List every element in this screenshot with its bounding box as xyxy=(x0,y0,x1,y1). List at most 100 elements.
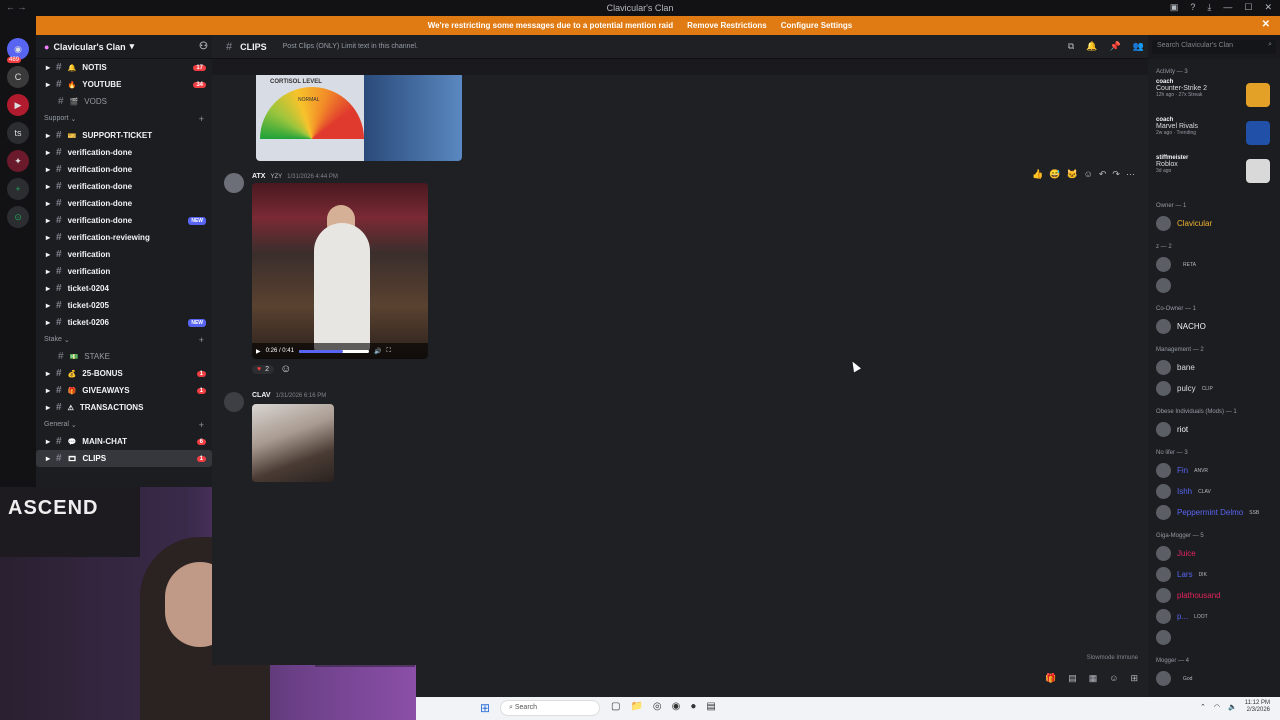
channel-verification[interactable]: ▸ # verification xyxy=(36,246,212,263)
activity-card[interactable]: coach Marvel Rivals 2w ago · Trending xyxy=(1148,117,1280,155)
member-row[interactable] xyxy=(1148,627,1280,648)
member-row[interactable] xyxy=(1148,275,1280,296)
category-support[interactable]: Support ⌄ + xyxy=(36,110,212,127)
server-icon[interactable]: ts xyxy=(7,122,29,144)
channel-verification-done[interactable]: ▸ # verification-done NEW xyxy=(36,212,212,229)
image-attachment[interactable] xyxy=(252,404,334,482)
member-row[interactable]: Juice xyxy=(1148,543,1280,564)
author-name[interactable]: CLAV xyxy=(252,392,271,399)
channel-verification-done[interactable]: ▸ # verification-done xyxy=(36,161,212,178)
channel-verification-done[interactable]: ▸ # verification-done xyxy=(36,178,212,195)
nav-arrows-icon[interactable]: ← → xyxy=(6,2,27,12)
member-row[interactable]: plathousand xyxy=(1148,585,1280,606)
member-row[interactable]: Ishh CLAV xyxy=(1148,481,1280,502)
add-channel-icon[interactable]: + xyxy=(199,114,204,124)
channel-clips[interactable]: ▸ # 🎞 CLIPS 1 xyxy=(36,450,212,467)
channel-vods[interactable]: # 🎬 VODS xyxy=(36,93,212,110)
sticker-icon[interactable]: ▦ xyxy=(1089,673,1098,684)
discover-icon[interactable]: ⊙ xyxy=(7,206,29,228)
member-row[interactable]: p... LOOT xyxy=(1148,606,1280,627)
member-row[interactable]: riot xyxy=(1148,419,1280,440)
taskview-icon[interactable]: ▢ xyxy=(611,701,620,712)
bell-icon[interactable]: 🔔 xyxy=(1086,41,1097,52)
gift-icon[interactable]: 🎁 xyxy=(1045,673,1056,684)
emoji-icon[interactable]: ☺ xyxy=(1109,673,1118,684)
server-icon[interactable]: ▶ xyxy=(7,94,29,116)
gif-icon[interactable]: ▤ xyxy=(1068,673,1077,684)
channel-main-chat[interactable]: ▸ # 💬 MAIN-CHAT 6 xyxy=(36,433,212,450)
play-icon[interactable]: ▶ xyxy=(256,348,261,355)
member-row[interactable]: God xyxy=(1148,668,1280,689)
channel-topic[interactable]: Post Clips (ONLY) Limit text in this cha… xyxy=(283,43,418,50)
volume-icon[interactable]: 🔈 xyxy=(1228,703,1237,711)
download-icon[interactable]: ⤓ xyxy=(1207,2,1211,13)
meme-image[interactable]: CORTISOL LEVEL NORMAL xyxy=(256,75,462,161)
member-row[interactable]: Lars DIK xyxy=(1148,564,1280,585)
channel-verification-reviewing[interactable]: ▸ # verification-reviewing xyxy=(36,229,212,246)
activity-card[interactable]: stiffmeister Roblox 3d ago xyxy=(1148,155,1280,193)
explorer-icon[interactable]: 📁 xyxy=(630,701,642,712)
category-general[interactable]: General ⌄ + xyxy=(36,416,212,433)
close-icon[interactable]: ✕ xyxy=(1262,19,1270,30)
server-icon[interactable]: ✦ xyxy=(7,150,29,172)
heart-reaction[interactable]: ♥ 2 xyxy=(252,364,275,374)
chevron-up-icon[interactable]: ⌃ xyxy=(1200,703,1206,711)
cat-emoji-icon[interactable]: 🐱 xyxy=(1066,169,1077,180)
member-row[interactable]: RETA xyxy=(1148,254,1280,275)
forward-icon[interactable]: ↷ xyxy=(1112,169,1120,180)
fullscreen-icon[interactable]: ⛶ xyxy=(386,348,390,355)
discord-icon[interactable]: ◉ xyxy=(672,701,681,712)
member-row[interactable]: NACHO xyxy=(1148,316,1280,337)
add-channel-icon[interactable]: + xyxy=(199,335,204,345)
add-member-icon[interactable]: ⚇ xyxy=(199,41,208,52)
app-icon[interactable]: ▤ xyxy=(706,701,715,712)
avatar[interactable] xyxy=(224,392,244,412)
guild-header[interactable]: ● Clavicular's Clan ▾ ⚇ xyxy=(36,35,212,59)
video-player[interactable]: ▶ 0:26 / 0:41 🔊 ⛶ xyxy=(252,183,428,359)
inbox-icon[interactable]: ▣ xyxy=(1170,2,1179,13)
home-button[interactable]: ◉ 489 xyxy=(7,38,29,63)
add-channel-icon[interactable]: + xyxy=(199,420,204,430)
help-icon[interactable]: ? xyxy=(1190,2,1195,13)
channel-stake[interactable]: # 💵 STAKE xyxy=(36,348,212,365)
windows-start-icon[interactable]: ⊞ xyxy=(480,701,490,715)
thumbs-up-icon[interactable]: 👍 xyxy=(1032,169,1043,180)
member-row[interactable]: Clavicular xyxy=(1148,213,1280,234)
taskbar-search[interactable]: ⌕ Search xyxy=(500,700,600,716)
chrome-icon[interactable]: ◎ xyxy=(653,701,662,712)
channel-transactions[interactable]: ▸ # ⚠ TRANSACTIONS xyxy=(36,399,212,416)
channel-youtube[interactable]: ▸ # 🔥 YOUTUBE 34 xyxy=(36,76,212,93)
add-reaction-icon[interactable]: ☺ xyxy=(280,363,291,375)
close-button[interactable]: ✕ xyxy=(1264,2,1272,13)
category-stake[interactable]: Stake ⌄ + xyxy=(36,331,212,348)
channel-25-bonus[interactable]: ▸ # 💰 25-BONUS 1 xyxy=(36,365,212,382)
author-name[interactable]: ATX xyxy=(252,173,265,180)
configure-settings-button[interactable]: Configure Settings xyxy=(781,21,853,30)
add-server-icon[interactable]: + xyxy=(7,178,29,200)
channel-verification-done[interactable]: ▸ # verification-done xyxy=(36,195,212,212)
channel-ticket-0206[interactable]: ▸ # ticket-0206 NEW xyxy=(36,314,212,331)
volume-icon[interactable]: 🔊 xyxy=(374,348,381,355)
add-reaction-icon[interactable]: ☺ xyxy=(1084,169,1093,180)
threads-icon[interactable]: ⧉ xyxy=(1068,41,1074,52)
channel-ticket-0205[interactable]: ▸ # ticket-0205 xyxy=(36,297,212,314)
member-row[interactable]: pulcy CLIP xyxy=(1148,378,1280,399)
spotify-icon[interactable]: ● xyxy=(690,701,696,712)
channel-giveaways[interactable]: ▸ # 🎁 GIVEAWAYS 1 xyxy=(36,382,212,399)
wifi-icon[interactable]: ◠ xyxy=(1214,703,1220,711)
channel-verification[interactable]: ▸ # verification xyxy=(36,263,212,280)
channel-ticket-0204[interactable]: ▸ # ticket-0204 xyxy=(36,280,212,297)
avatar[interactable] xyxy=(224,173,244,193)
pin-icon[interactable]: 📌 xyxy=(1110,41,1121,52)
channel-verification-done[interactable]: ▸ # verification-done xyxy=(36,144,212,161)
clock[interactable]: 11:12 PM 2/3/2026 xyxy=(1245,700,1270,714)
reply-icon[interactable]: ↶ xyxy=(1099,169,1107,180)
video-progress-bar[interactable] xyxy=(298,349,369,353)
remove-restrictions-button[interactable]: Remove Restrictions xyxy=(687,21,767,30)
member-row[interactable]: Peppermint Delmo SSB xyxy=(1148,502,1280,523)
channel-notis[interactable]: ▸ # 🔔 NOTIS 17 xyxy=(36,59,212,76)
apps-icon[interactable]: ⊞ xyxy=(1130,673,1138,684)
members-icon[interactable]: 👥 xyxy=(1133,41,1144,52)
server-icon[interactable]: C xyxy=(7,66,29,88)
member-row[interactable]: bane xyxy=(1148,357,1280,378)
